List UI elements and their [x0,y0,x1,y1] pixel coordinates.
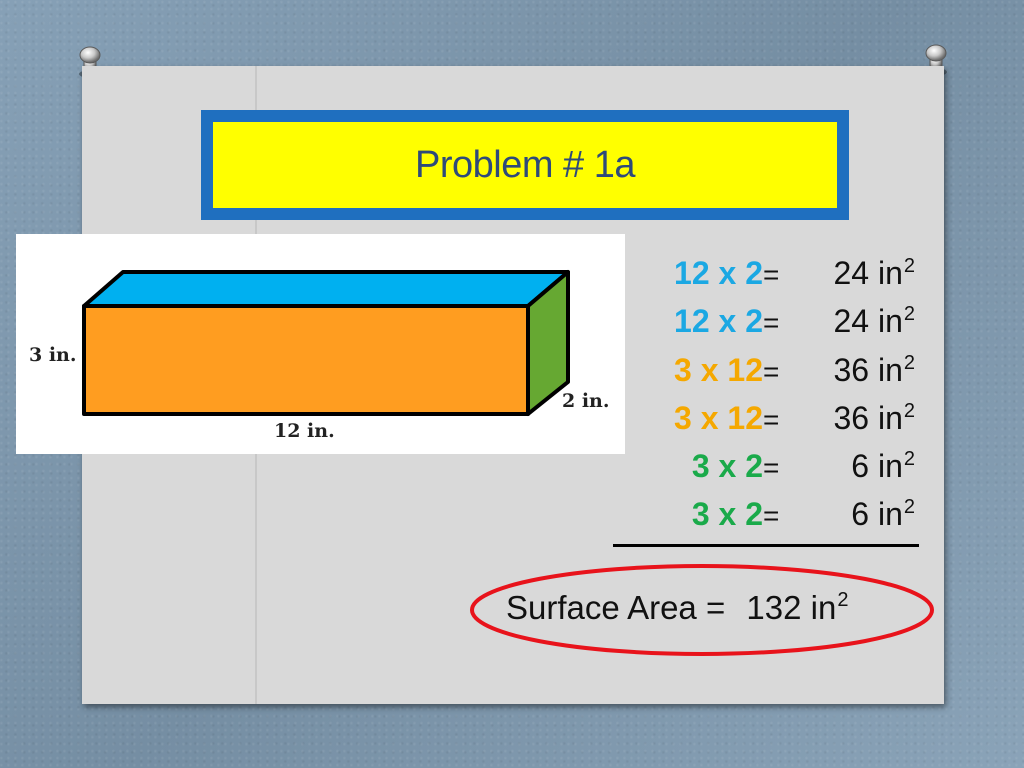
height-label: 3 in. [29,344,77,366]
calculation-row: 12 x 2 = 24 in2 [600,255,915,299]
slide-title: Problem # 1a [414,143,636,186]
calculation-expression: 3 x 2 [691,496,763,532]
calculation-value-text: 24 in [833,303,903,339]
calculation-exponent: 2 [903,303,915,325]
calculation-expression: 3 x 12 [674,352,763,388]
length-label: 12 in. [274,420,335,442]
prism-figure: 3 in. 2 in. 12 in. [16,234,625,454]
equals-sign: = [763,307,780,338]
calculation-expression: 12 x 2 [674,255,763,291]
surface-area-result: Surface Area = 132 in2 [506,589,848,627]
equals-sign: = [763,452,780,483]
calculation-value-text: 6 in [851,496,903,532]
calculation-value: 6 in2 [851,496,915,533]
calculation-expression: 3 x 12 [674,400,763,436]
title-fill: Problem # 1a [213,122,837,208]
calculation-value-text: 24 in [833,255,903,291]
calculation-value-text: 36 in [833,352,903,388]
calculation-row: 12 x 2 = 24 in2 [600,303,915,347]
calculation-row: 3 x 2 = 6 in2 [600,448,915,492]
prism-top-face [82,270,570,308]
calculation-row: 3 x 12 = 36 in2 [600,352,915,396]
calculation-exponent: 2 [903,255,915,277]
equals-sign: = [763,500,780,531]
calculation-exponent: 2 [903,496,915,518]
calculation-expression: 3 x 2 [691,448,763,484]
equals-sign: = [763,404,780,435]
calculation-value-text: 6 in [851,448,903,484]
calculation-exponent: 2 [903,400,915,422]
prism-front-face [82,304,530,416]
sum-line [613,544,919,547]
calculation-row: 3 x 12 = 36 in2 [600,400,915,444]
calculation-value: 24 in2 [833,255,915,292]
calculation-exponent: 2 [903,448,915,470]
calculation-value: 24 in2 [833,303,915,340]
equals-sign: = [763,356,780,387]
calculation-exponent: 2 [903,352,915,374]
calculation-value: 36 in2 [833,352,915,389]
calculation-expression: 12 x 2 [674,303,763,339]
calculation-row: 3 x 2 = 6 in2 [600,496,915,540]
calculation-value: 6 in2 [851,448,915,485]
title-box: Problem # 1a [201,110,849,220]
surface-area-value: 132 in [746,589,837,626]
surface-area-exponent: 2 [837,589,849,611]
equals-sign: = [763,259,780,290]
calculation-value: 36 in2 [833,400,915,437]
surface-area-label: Surface Area = [506,589,726,626]
calculation-value-text: 36 in [833,400,903,436]
